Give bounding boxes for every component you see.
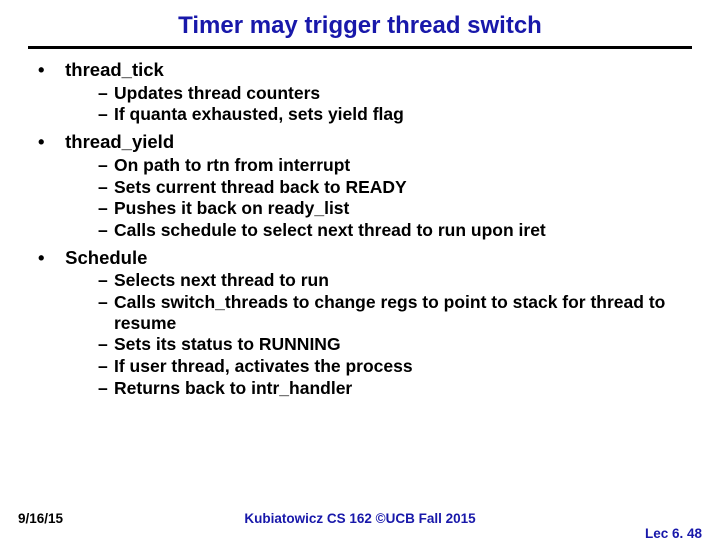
sub-bullet: Calls switch_threads to change regs to p… bbox=[98, 292, 686, 333]
sub-bullet: Returns back to intr_handler bbox=[98, 378, 686, 399]
sub-bullet: Sets current thread back to READY bbox=[98, 177, 686, 198]
title-rule bbox=[28, 46, 692, 49]
bullet-label: thread_tick bbox=[65, 59, 164, 80]
sub-bullet: Updates thread counters bbox=[98, 83, 686, 104]
sub-bullet: Pushes it back on ready_list bbox=[98, 198, 686, 219]
bullet-thread-yield: thread_yield On path to rtn from interru… bbox=[34, 131, 686, 240]
bullet-thread-tick: thread_tick Updates thread counters If q… bbox=[34, 59, 686, 125]
bullet-label: thread_yield bbox=[65, 131, 174, 152]
slide-body: thread_tick Updates thread counters If q… bbox=[0, 59, 720, 398]
sub-bullet: Sets its status to RUNNING bbox=[98, 334, 686, 355]
sub-bullet: Calls schedule to select next thread to … bbox=[98, 220, 686, 241]
bullet-label: Schedule bbox=[65, 247, 147, 268]
sub-bullet: If user thread, activates the process bbox=[98, 356, 686, 377]
footer-page: Lec 6. 48 bbox=[645, 526, 702, 540]
slide: Timer may trigger thread switch thread_t… bbox=[0, 0, 720, 540]
sub-bullet: Selects next thread to run bbox=[98, 270, 686, 291]
sub-bullet: If quanta exhausted, sets yield flag bbox=[98, 104, 686, 125]
slide-title: Timer may trigger thread switch bbox=[0, 0, 720, 46]
footer-course: Kubiatowicz CS 162 ©UCB Fall 2015 bbox=[0, 511, 720, 526]
footer-date: 9/16/15 bbox=[18, 511, 63, 526]
slide-footer: 9/16/15 Kubiatowicz CS 162 ©UCB Fall 201… bbox=[0, 511, 720, 526]
sub-bullet: On path to rtn from interrupt bbox=[98, 155, 686, 176]
bullet-schedule: Schedule Selects next thread to run Call… bbox=[34, 247, 686, 399]
